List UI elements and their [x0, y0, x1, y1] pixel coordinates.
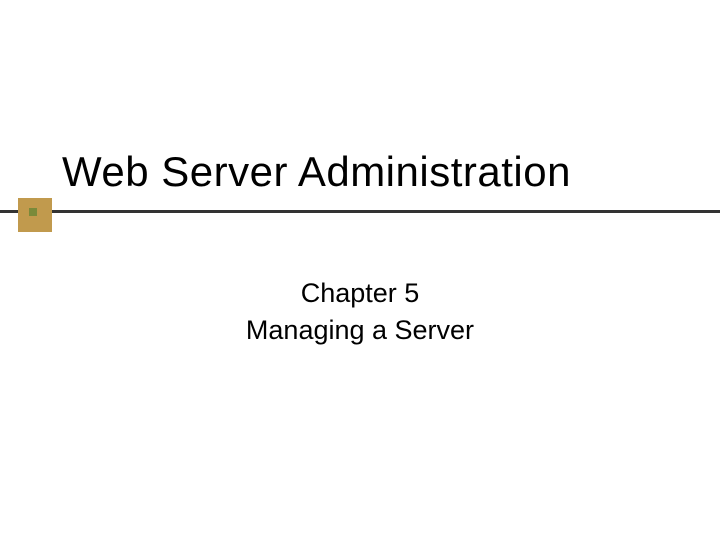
divider-line — [0, 210, 720, 213]
chapter-label: Chapter 5 — [0, 278, 720, 309]
title-area: Web Server Administration — [0, 148, 720, 196]
slide-title-text: Web Server Administration — [0, 148, 720, 196]
chapter-title: Managing a Server — [0, 315, 720, 346]
slide-title: Web Server Administration Chapter 5 Mana… — [0, 0, 720, 540]
subtitle-area: Chapter 5 Managing a Server — [0, 278, 720, 346]
accent-square-icon — [29, 208, 37, 216]
